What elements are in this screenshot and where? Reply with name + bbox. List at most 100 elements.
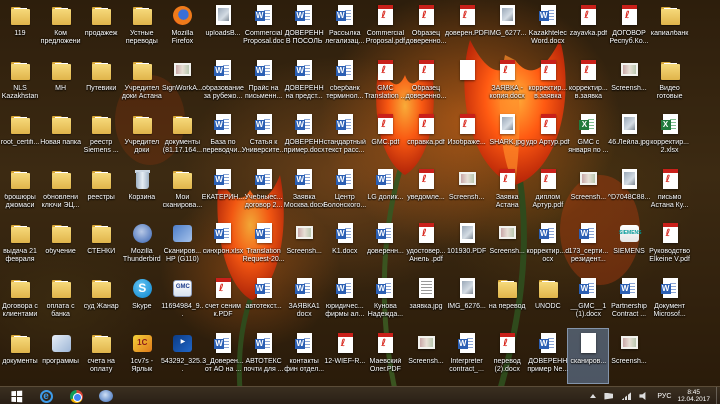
desktop-icon[interactable]: Устные переводы [122, 1, 162, 55]
desktop-icon[interactable]: ℓ доверен.PDF [445, 1, 488, 55]
desktop-icon[interactable]: Ком предложени [41, 1, 81, 55]
desktop-icon[interactable]: Screensh... [609, 56, 649, 110]
desktop-icon[interactable]: документы [0, 329, 40, 383]
desktop-icon[interactable]: W 3_Доверен... от АО на ... [202, 329, 244, 383]
desktop-icon[interactable]: X GMC с января по ... [568, 110, 608, 164]
desktop-icon[interactable]: W ДОВЕРЕНН пример.docx [284, 110, 325, 164]
desktop-icon[interactable]: NLS Kazakhstan [0, 56, 40, 110]
desktop-icon[interactable]: W Центр Болонского... [323, 165, 366, 219]
desktop-icon[interactable]: W Учебныес... договор 2... [244, 165, 284, 219]
desktop-icon[interactable]: реестры [81, 165, 121, 219]
desktop-icon[interactable]: IMG_6276... [447, 274, 487, 328]
network-button[interactable] [621, 392, 632, 400]
desktop-icon[interactable]: ℓ Маевский Олег.PDF [365, 329, 405, 383]
desktop-icon[interactable]: ℓ справка.pdf [406, 110, 446, 164]
desktop-icon[interactable]: сканиров... [567, 327, 610, 384]
desktop-icon[interactable]: W ДОВЕРЕНН В ПОСОЛЬ [284, 1, 324, 55]
desktop-icon[interactable]: Учредител доки [122, 110, 162, 164]
language-indicator[interactable]: РУС [657, 393, 671, 400]
desktop-icon[interactable]: W Kazakhtelec Word.docx [528, 1, 568, 55]
volume-button[interactable] [639, 392, 649, 400]
desktop-icon[interactable]: Учредител доки Астана [122, 56, 162, 110]
desktop-icon[interactable]: ℓ Заявка Астана [487, 165, 527, 219]
desktop-icon[interactable]: капиалбанк [650, 1, 690, 55]
desktop-icon[interactable]: Wавтотекст... [244, 274, 284, 328]
desktop-icon[interactable]: Wсинхрон.xlsx [203, 219, 243, 273]
desktop-icon[interactable]: ℓ Образец доверенно... [406, 56, 446, 110]
desktop-icon[interactable]: Корзина [122, 165, 162, 219]
desktop-icon[interactable]: программы [41, 329, 81, 383]
desktop-icon[interactable]: Путевики [81, 56, 121, 110]
desktop-icon[interactable]: Wюридичес... фирмы ал... [325, 274, 365, 328]
desktop-icon[interactable]: Wсбербанк терминол... [325, 56, 365, 110]
desktop-icon[interactable]: W Статья к Университе... [242, 110, 285, 164]
desktop-icon[interactable]: Screensh... [487, 219, 527, 273]
desktop-icon[interactable]: продажеж [81, 1, 121, 55]
desktop-icon[interactable]: ℓ Commercial Proposal.pdf [365, 1, 405, 55]
desktop-icon[interactable]: W Документ Microsof... [650, 274, 690, 328]
desktop-icon[interactable]: Screensh... [406, 329, 446, 383]
desktop-icon[interactable]: W Translation Request-20... [243, 219, 285, 273]
desktop-icon[interactable]: Screensh... [568, 165, 608, 219]
desktop-icon[interactable]: ℓ удо Артур.pdf [526, 110, 570, 164]
desktop-icon[interactable]: реестр Siemens ... [81, 110, 121, 164]
desktop-icon[interactable]: ℓ удостовер... Анель .pdf [406, 219, 446, 273]
desktop-icon[interactable]: W __GMC__1 (1).docx [568, 274, 608, 328]
desktop-icon[interactable]: МН [41, 56, 81, 110]
desktop-icon[interactable]: выдача 21 февраля [0, 219, 40, 273]
desktop-icon[interactable]: W АВТОТЕКС почти для ... [244, 329, 284, 383]
desktop-icon[interactable]: оплата с банка [41, 274, 81, 328]
desktop-icon[interactable]: Screensh... [284, 219, 324, 273]
desktop-icon[interactable]: W База по переводчи... [203, 110, 243, 164]
desktop-icon[interactable]: Wкорректир...docx [527, 219, 569, 273]
show-hidden-icons-button[interactable] [590, 394, 597, 398]
desktop-icon[interactable]: SIEMENS SIEMENS [609, 219, 649, 273]
desktop-icon[interactable]: ℓ корректир... в.заявка [528, 56, 568, 110]
desktop-icon[interactable]: UNODC [528, 274, 568, 328]
desktop-icon[interactable]: Wконтакты фин отдел... [284, 329, 324, 383]
internet-explorer-taskbar-button[interactable]: e [32, 388, 60, 404]
desktop-icon[interactable]: ℓ GMC.pdf [365, 110, 405, 164]
desktop-icon[interactable]: ^D7048C88... [608, 165, 650, 219]
desktop-icon[interactable]: W ДОВЕРЕНН пример Ne... [527, 329, 568, 383]
desktop-icon[interactable]: документы (81.17.164... [162, 110, 202, 164]
desktop-icon[interactable]: Mozilla Firefox [162, 1, 202, 55]
desktop-icon[interactable]: W ЗАЯВКА1 docx [284, 274, 324, 328]
desktop-icon[interactable]: ℓ ЗАЯВКА - копия.docx [487, 56, 527, 110]
desktop-icon[interactable]: СТЕНКИ [81, 219, 121, 273]
desktop-icon[interactable]: обучение [41, 219, 81, 273]
desktop-icon[interactable]: IMG_6277... [487, 1, 527, 55]
desktop-icon[interactable]: ℓ Образец доверенно... [406, 1, 446, 55]
desktop-icon[interactable]: W Заявка Москва.docx [284, 165, 325, 219]
desktop-icon[interactable]: Сканиров... HP (G110) [162, 219, 202, 273]
desktop-icon[interactable]: Screensh... [609, 329, 649, 383]
desktop-icon[interactable]: W Кунова Надежда... [365, 274, 405, 328]
desktop-icon[interactable]: Видео готовые [650, 56, 690, 110]
desktop-icon[interactable]: Новая папка [40, 110, 81, 164]
desktop-icon[interactable]: ℓ счет сеним к.PDF [203, 274, 243, 328]
desktop-icon[interactable]: счета на оплату [81, 329, 121, 383]
desktop-icon[interactable]: 101930.PDF [447, 219, 487, 273]
desktop-icon[interactable]: 1C 1cv7s - Ярлык [122, 329, 162, 383]
desktop-icon[interactable]: W Прайс на письменн... [244, 56, 284, 110]
desktop-icon[interactable]: заявка.jpg [406, 274, 446, 328]
desktop-icon[interactable]: SHARK.jpg [487, 110, 527, 164]
desktop-icon[interactable]: GMC 11694984_9... [161, 274, 204, 328]
desktop-icon[interactable]: Wдоверенн... [365, 219, 405, 273]
desktop-icon[interactable]: ▶ 543292_325... [161, 329, 204, 383]
desktop-icon[interactable]: брошюры джомаси [0, 165, 40, 219]
desktop-icon[interactable]: 46.Лейла.jpg [608, 110, 650, 164]
desktop-icon[interactable]: SignWorkA... [162, 56, 203, 110]
desktop-icon[interactable]: Mozilla Thunderbird [122, 219, 162, 273]
action-center-button[interactable] [604, 392, 614, 400]
desktop-icon[interactable]: W LG долик... [365, 165, 405, 219]
desktop-icon[interactable]: суд Жанар [81, 274, 121, 328]
desktop-icon[interactable]: ℓ перевод (2).docx [487, 329, 527, 383]
desktop-icon[interactable]: ℓ письмо Астана Ку... [650, 165, 690, 219]
desktop-icon[interactable]: W K1.docx [325, 219, 365, 273]
desktop-icon[interactable] [447, 56, 487, 110]
desktop-icon[interactable]: Wобразование за рубежо... [202, 56, 244, 110]
desktop-icon[interactable]: W ЕКАТЕРИН... [202, 165, 244, 219]
chrome-taskbar-button[interactable] [62, 388, 90, 404]
desktop-icon[interactable]: ℓ корректир... в.заявка [568, 56, 608, 110]
